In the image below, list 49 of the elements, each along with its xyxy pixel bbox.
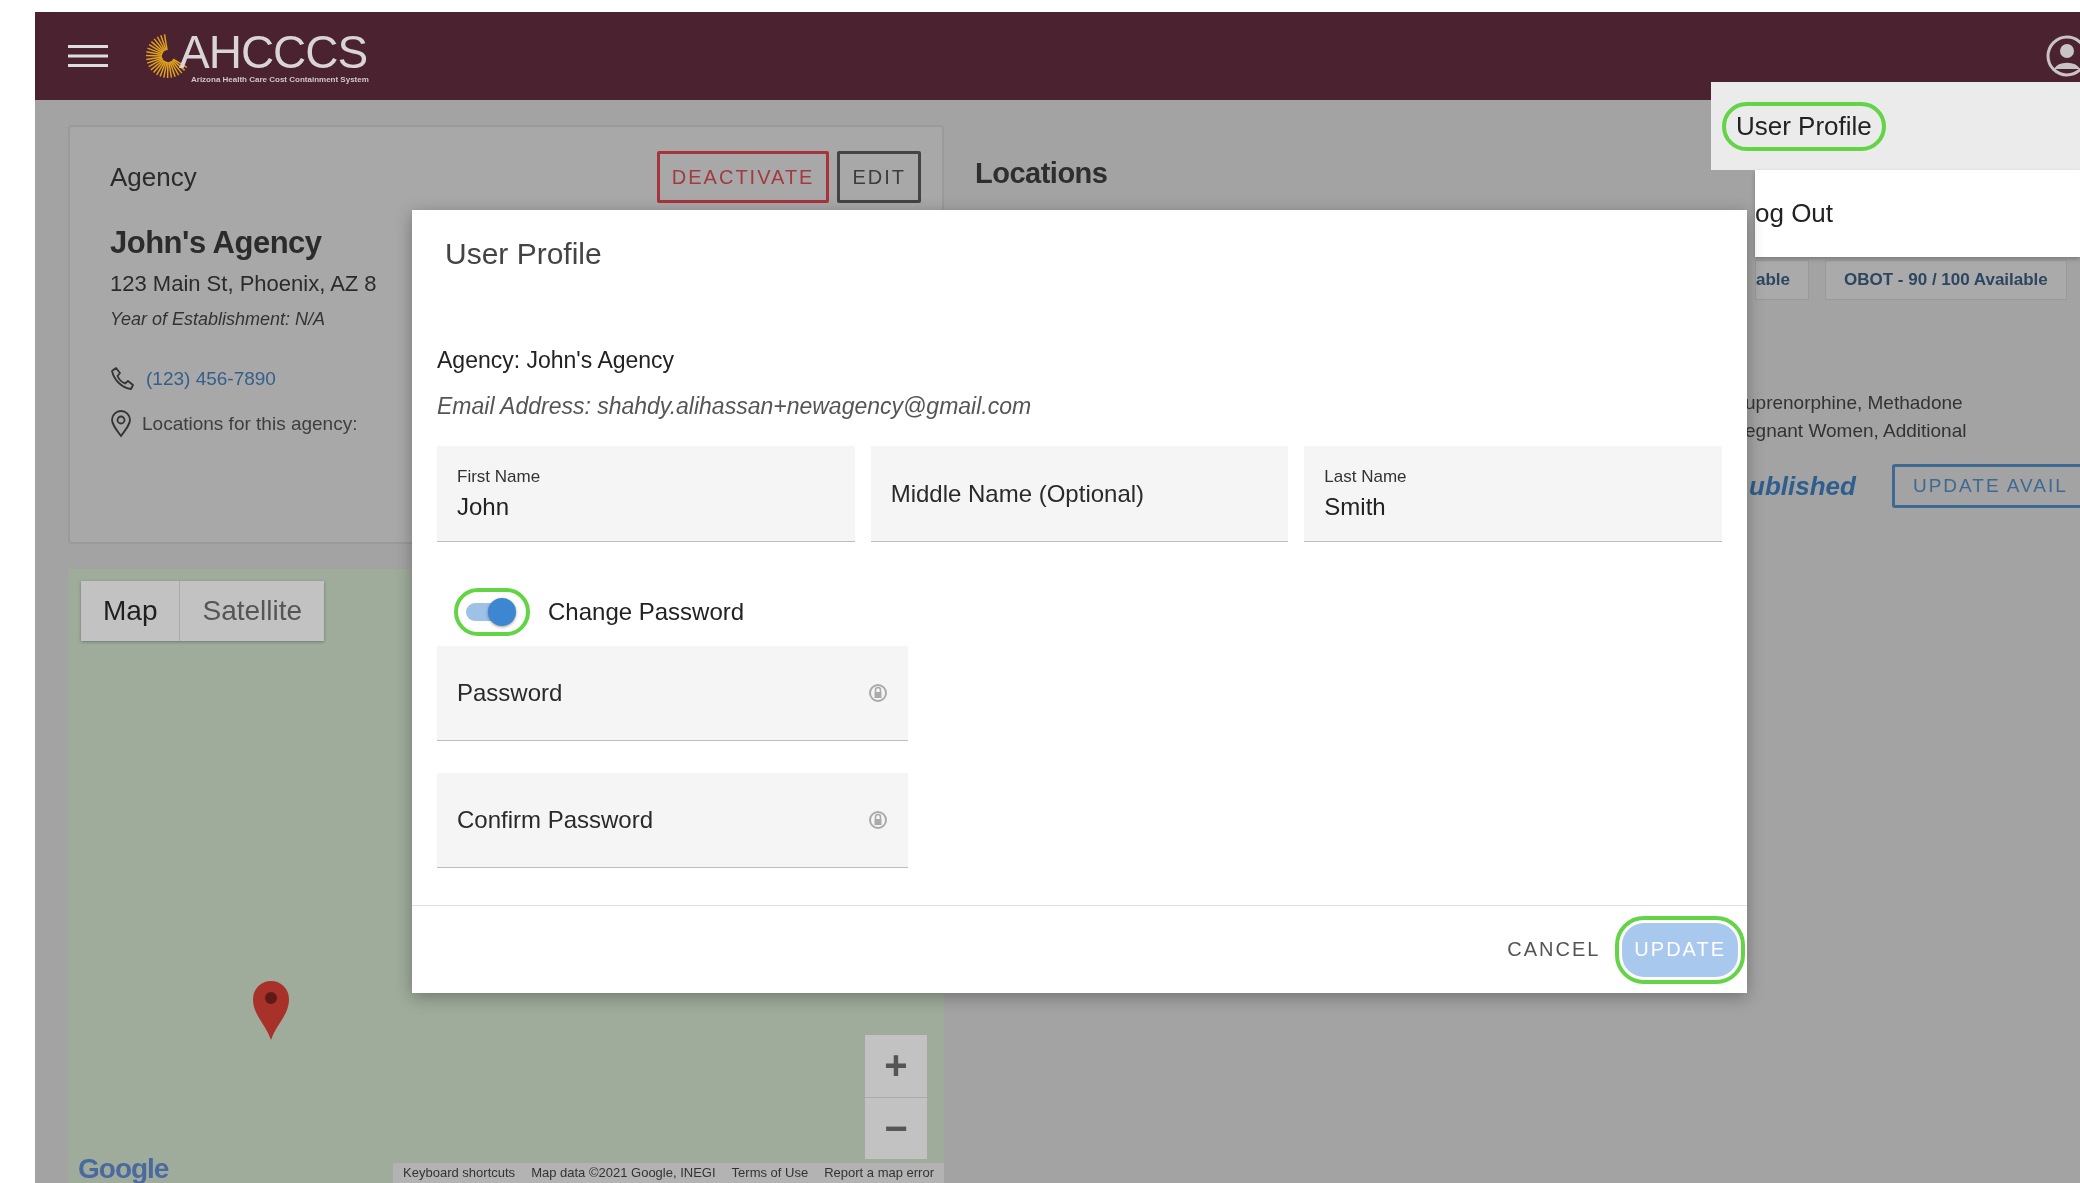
agency-text: Agency: John's Agency	[437, 347, 676, 374]
text-field[interactable]: Middle Name (Optional)	[870, 446, 1289, 542]
section-heading: Locations	[975, 157, 1109, 190]
location-pin-icon	[110, 410, 132, 438]
avatar-icon[interactable]	[2046, 35, 2080, 77]
location-detail-text: egnant Women, Additional	[1745, 420, 1968, 442]
phone-icon	[110, 366, 136, 392]
text-input[interactable]: John	[457, 492, 835, 521]
dialog-title: User Profile	[445, 237, 603, 271]
text-field[interactable]: Last Name Smith	[1304, 446, 1722, 542]
password-field[interactable]: Password	[437, 646, 908, 741]
toggle-switch[interactable]	[454, 588, 530, 636]
password-input[interactable]: Password	[457, 679, 868, 707]
map-footer-link[interactable]: Report a map error	[824, 1165, 934, 1180]
toggle-label: Change Password	[548, 598, 745, 626]
map-footer-link[interactable]: Terms of Use	[731, 1165, 809, 1180]
email-text: Email Address: shahdy.alihassan+newagency@gmail.com	[437, 393, 1033, 420]
field-label: First Name	[457, 466, 542, 487]
map-marker-icon[interactable]	[251, 978, 291, 1041]
menu-item[interactable]: User Profile	[1711, 82, 2080, 170]
agency-address: 123 Main St, Phoenix, AZ 8	[110, 271, 377, 297]
agency-name: John's Agency	[110, 225, 322, 261]
password-input[interactable]: Confirm Password	[457, 806, 868, 834]
card-title: Agency	[110, 161, 198, 193]
availability-chip: OBOT - 90 / 100 Available	[1825, 260, 2067, 300]
locations-label: Locations for this agency:	[142, 413, 358, 435]
logo-text: AHCCCS	[179, 28, 368, 75]
map-type-tab[interactable]: Satellite	[180, 580, 325, 641]
text-input[interactable]: Smith	[1324, 492, 1702, 521]
map-footer-link[interactable]: Map data ©2021 Google, INEGI	[531, 1165, 716, 1180]
location-detail-text: uprenorphine, Methadone	[1745, 392, 1964, 414]
map-footer-link[interactable]: Keyboard shortcuts	[403, 1165, 516, 1180]
logo-subtitle: Arizona Health Care Cost Containment System	[191, 74, 369, 84]
map-type-tab[interactable]: Map	[81, 580, 181, 641]
status-text: ublished	[1749, 470, 1856, 502]
lock-icon	[868, 682, 888, 704]
establishment-year: Year of Establishment: N/A	[110, 309, 326, 330]
menu-icon[interactable]	[68, 44, 108, 68]
zoom-out-button[interactable]: −	[865, 1096, 927, 1159]
password-field[interactable]: Confirm Password	[437, 773, 908, 868]
text-field[interactable]: First Name John	[437, 446, 855, 542]
edit-button[interactable]: EDIT	[837, 151, 921, 203]
zoom-in-button[interactable]: +	[865, 1034, 927, 1097]
menu-item[interactable]: og Out	[1755, 170, 2080, 257]
availability-chip: able	[1755, 260, 1810, 300]
field-label: Last Name	[1324, 466, 1408, 487]
text-input[interactable]: Middle Name (Optional)	[890, 479, 1269, 508]
lock-icon	[868, 809, 888, 831]
cancel-button[interactable]: CANCEL	[1497, 922, 1611, 977]
